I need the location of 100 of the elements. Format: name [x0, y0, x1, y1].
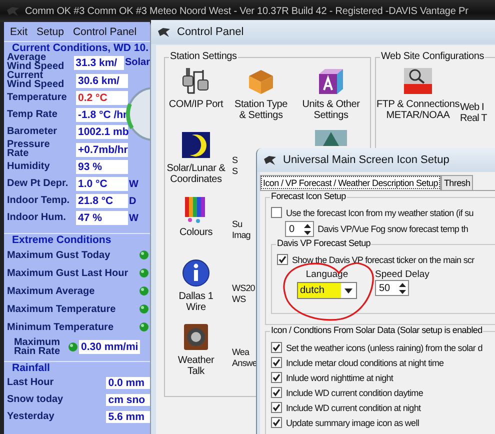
group-title: Current Conditions, WD 10. [12, 42, 150, 54]
value-field: -1.8 °C /hr [76, 108, 128, 122]
field-label: Snow today [7, 394, 64, 405]
value-field: 47 % [76, 211, 128, 225]
field-label: Maximum Gust Today [7, 250, 112, 260]
value-field: 21.8 °C [76, 194, 128, 208]
moon-icon [180, 130, 212, 160]
status-light [139, 250, 149, 260]
checkbox[interactable] [271, 402, 282, 413]
menu-item[interactable]: Setup [36, 26, 64, 38]
value-field: cm sno [106, 394, 150, 406]
cut-off-item-label[interactable]: Su Imag [232, 219, 250, 240]
settings-item[interactable]: FTP & Connections METAR/NOAA [376, 100, 460, 121]
tab[interactable]: Icon / VP Forecast / Weather Description Setup [260, 175, 441, 190]
field-label: Dew Pt Depr. [7, 180, 70, 188]
menu-item[interactable]: Control Panel [72, 26, 137, 38]
checkbox-label: Set the weather icons (unless raining) from the solar d [286, 342, 482, 352]
cut-off-item-label[interactable]: WS20 WS [232, 283, 255, 304]
status-light [139, 322, 149, 332]
field-label: Temp Rate [7, 110, 58, 120]
field-label: Speed Delay [375, 269, 430, 280]
window-title: Universal Main Screen Icon Setup [283, 154, 450, 166]
group-title: Icon / Condtions From Solar Data (Solar setup is enabled [270, 325, 484, 335]
settings-item[interactable]: Dallas 1 Wire [178, 292, 214, 313]
settings-item[interactable]: Weather Talk [178, 356, 214, 377]
magnifier-icon [402, 66, 434, 96]
field-label: Pressure Rate [7, 141, 51, 158]
menu-item[interactable]: Exit [10, 26, 28, 38]
field-label: Davis VP/Vue Fog snow forecast temp th [318, 224, 468, 234]
window-title: Control Panel [177, 26, 244, 38]
checkbox[interactable] [271, 417, 282, 428]
field-label: Barometer [7, 128, 58, 136]
spin-box[interactable]: 0 [285, 221, 314, 237]
value-field: 30.6 km/ [76, 74, 128, 88]
checkbox[interactable] [271, 342, 282, 353]
spin-arrows-icon [398, 282, 408, 294]
group-title: Station Settings [169, 51, 238, 62]
field-label: Maximum Rain Rate [12, 338, 62, 356]
status-light [139, 304, 149, 314]
value-field: 31.3 km/ [74, 56, 124, 70]
status-light [139, 286, 149, 296]
value-field: 5.6 mm [106, 410, 150, 422]
checkbox-label: Update summary image icon as well [286, 418, 420, 428]
app-icon [157, 26, 171, 38]
field-label: Current Wind Speed [7, 72, 66, 89]
group-title: Web Site Configurations [380, 51, 486, 62]
field-label: Average Wind Speed [7, 54, 64, 71]
info-icon [180, 258, 212, 288]
status-light [68, 342, 78, 352]
field-label: Indoor Hum. [7, 214, 67, 222]
language-dropdown[interactable]: dutch [297, 282, 357, 299]
value-field: 0.0 mm [106, 376, 150, 388]
field-label: Temperature [7, 94, 68, 102]
checkbox[interactable] [271, 387, 282, 398]
value-field: 0.2 °C [76, 91, 128, 105]
checkbox[interactable] [271, 207, 282, 218]
app-icon [263, 154, 277, 166]
app-icon [6, 5, 20, 17]
spin-box[interactable]: 50 [375, 280, 410, 296]
field-label: Humidity [7, 162, 51, 172]
checkbox-label: Include metar cloud conditions at night time [286, 358, 444, 368]
checkbox[interactable] [277, 254, 288, 265]
side-label: W [129, 212, 138, 224]
checkbox-label: Show the Davis VP forecast ticker on the main scr [292, 254, 474, 264]
value-field: 1.0 °C [76, 177, 128, 191]
group-title: Forecast Icon Setup [270, 191, 347, 201]
field-label: Maximum Average [7, 286, 96, 296]
window-title: Comm OK #3 Comm OK #3 Meteo Noord West - Ver 10.37R Build 42 - Registered -DAVIS Vantage Pr [25, 6, 468, 16]
settings-item[interactable]: Units & Other Settings [302, 100, 360, 121]
field-label: Maximum Temperature [7, 304, 117, 314]
field-label: Minimum Temperature [7, 322, 114, 332]
settings-item[interactable]: Station Type & Settings [234, 100, 288, 121]
side-label: D [129, 196, 136, 206]
field-label: Maximum Gust Last Hour [7, 268, 130, 278]
field-label: Indoor Temp. [7, 196, 71, 206]
field-label: Last Hour [7, 377, 55, 388]
value-field: 0.30 mm/mi [79, 340, 140, 354]
group-title: Extreme Conditions [12, 234, 112, 246]
value-field: 1002.1 mb [76, 125, 128, 139]
side-label: W [129, 178, 138, 190]
settings-item[interactable]: Solar/Lunar & Coordinates [166, 164, 226, 185]
settings-item[interactable]: Colours [179, 228, 213, 238]
side-label: Solar [124, 57, 150, 68]
status-light [139, 268, 149, 278]
checkbox-label: Use the forecast Icon from my weather station (if su [286, 208, 474, 218]
field-label: Yesterday [7, 411, 56, 422]
tab[interactable]: Thresh [440, 175, 474, 190]
checkbox[interactable] [271, 372, 282, 383]
field-label: Language [306, 269, 348, 280]
checkbox[interactable] [271, 357, 282, 368]
cut-off-item-label[interactable]: Web I Real T [460, 103, 487, 124]
value-field: 93 % [76, 160, 128, 174]
spin-arrows-icon [302, 222, 312, 236]
settings-item[interactable]: COM/IP Port [168, 100, 224, 110]
checkbox-label: Include WD current condition at night [286, 402, 421, 412]
cut-off-item-label[interactable]: Wea Answe [232, 347, 258, 368]
cut-off-item-label[interactable]: S S [232, 155, 238, 176]
group-title: Davis VP Forecast Setup [276, 238, 372, 248]
checkbox-label: Include WD current condition daytime [286, 388, 423, 398]
checkbox-label: Inlude word nighttime at night [286, 372, 394, 382]
